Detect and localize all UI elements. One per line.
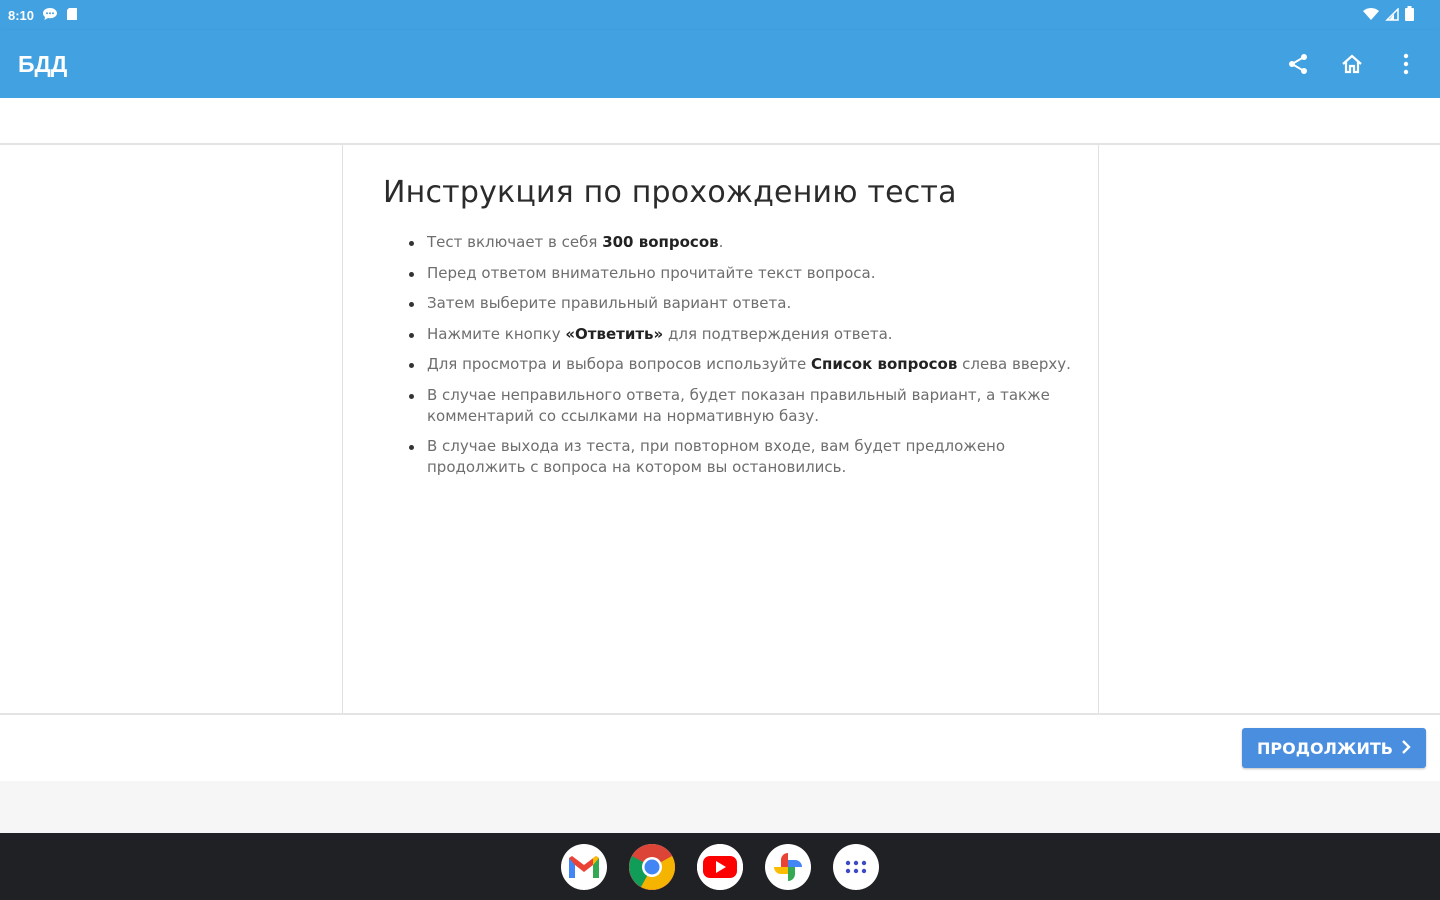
list-item: В случае неправильного ответа, будет пок… <box>383 385 1073 427</box>
toolbar-strip <box>0 98 1440 145</box>
item-text: Нажмите кнопку <box>427 324 566 343</box>
instructions-title: Инструкция по прохождению теста <box>383 175 957 210</box>
instructions-list: Тест включает в себя 300 вопросов. Перед… <box>383 232 1071 478</box>
gmail-icon[interactable] <box>561 843 607 890</box>
content-area: Инструкция по прохождению теста Тест вкл… <box>0 145 1440 713</box>
list-item: В случае выхода из теста, при повторном … <box>383 436 1073 478</box>
nav-spacer <box>0 781 1440 833</box>
photos-icon[interactable] <box>765 843 811 890</box>
list-item: Перед ответом внимательно прочитайте тек… <box>383 263 1073 284</box>
item-text: Тест включает в себя <box>427 233 603 251</box>
app-bar: БДД <box>0 30 1440 98</box>
continue-button[interactable]: ПРОДОЛЖИТЬ <box>1242 728 1426 768</box>
bottom-action-bar: ПРОДОЛЖИТЬ <box>0 713 1440 781</box>
chat-bubble-icon <box>42 6 58 25</box>
sd-card-icon <box>66 6 78 25</box>
item-bold-text: 300 вопросов <box>602 233 719 251</box>
item-text: слева вверху. <box>957 355 1071 373</box>
chevron-right-icon <box>1401 739 1411 758</box>
list-item: Тест включает в себя 300 вопросов. <box>383 232 1073 253</box>
taskbar <box>0 833 1440 900</box>
list-item: Затем выберите правильный вариант ответа… <box>383 293 1073 314</box>
signal-icon <box>1385 6 1399 25</box>
item-text: . <box>718 233 724 251</box>
item-text: Затем выберите правильный вариант ответа… <box>427 294 792 312</box>
list-item: Нажмите кнопку «Ответить» для подтвержде… <box>383 324 1073 345</box>
youtube-icon[interactable] <box>697 843 743 890</box>
share-icon[interactable] <box>1284 50 1312 78</box>
item-text: для подтверждения ответа. <box>663 324 893 343</box>
continue-label: ПРОДОЛЖИТЬ <box>1257 738 1393 758</box>
more-vert-icon[interactable] <box>1392 50 1420 78</box>
item-text: Для просмотра и выбора вопросов использу… <box>427 355 811 373</box>
status-time: 8:10 <box>8 7 35 23</box>
item-text: Перед ответом внимательно прочитайте тек… <box>427 263 876 282</box>
list-item: Для просмотра и выбора вопросов использу… <box>383 354 1073 375</box>
instructions-card: Инструкция по прохождению теста Тест вкл… <box>342 145 1099 713</box>
item-text: В случае неправильного ответа, будет пок… <box>427 385 1050 425</box>
status-bar: 8:10 <box>0 0 1440 30</box>
chrome-icon[interactable] <box>629 843 675 890</box>
wifi-icon <box>1363 6 1379 25</box>
app-bar-actions <box>1284 50 1420 78</box>
app-title: БДД <box>18 50 68 77</box>
status-left: 8:10 <box>8 6 78 25</box>
app-launcher-icon[interactable] <box>833 843 879 890</box>
home-icon[interactable] <box>1338 50 1366 78</box>
item-bold-text: «Ответить» <box>565 324 664 343</box>
status-right <box>1363 5 1414 25</box>
battery-icon <box>1405 5 1414 25</box>
item-text: В случае выхода из теста, при повторном … <box>427 437 1006 476</box>
item-bold-text: Список вопросов <box>810 355 958 373</box>
